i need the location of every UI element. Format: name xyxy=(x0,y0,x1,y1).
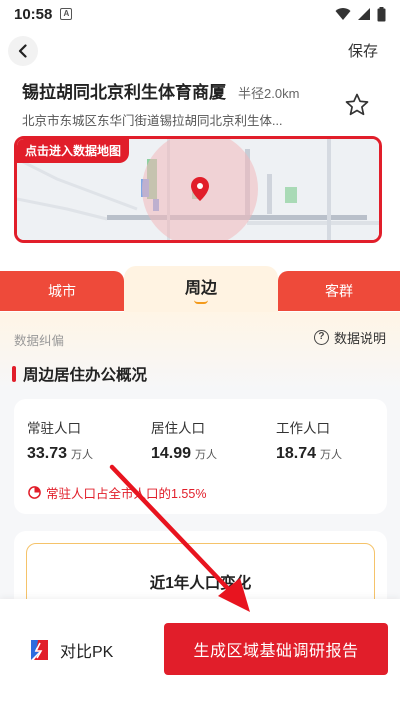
signal-icon xyxy=(358,8,370,20)
compare-label: 对比PK xyxy=(60,644,114,661)
enter-data-map-button[interactable]: 点击进入数据地图 xyxy=(17,139,130,163)
place-title: 锡拉胡同北京利生体育商厦 xyxy=(22,83,226,102)
star-icon xyxy=(345,93,369,116)
stat-value: 14.99 万人 xyxy=(151,445,217,463)
compare-pk-button[interactable]: 对比PK xyxy=(26,637,113,663)
battery-icon xyxy=(377,6,386,21)
stat-number: 18.74 xyxy=(276,445,317,462)
compare-icon xyxy=(31,640,48,660)
stat-working: 工作人口 18.74 万人 xyxy=(276,417,342,463)
tab-customers[interactable]: 客群 xyxy=(278,271,400,311)
tab-bar: 城市 周边 客群 xyxy=(0,266,400,312)
header: 保存 xyxy=(0,30,400,70)
chevron-left-icon xyxy=(18,44,27,58)
data-correction-link[interactable]: 数据纠偏 xyxy=(14,330,64,349)
status-time: 10:58 xyxy=(14,5,53,23)
pie-chart-icon xyxy=(28,486,41,499)
back-button[interactable] xyxy=(8,36,38,66)
stat-unit: 万人 xyxy=(71,449,94,461)
place-title-row: 锡拉胡同北京利生体育商厦 半径2.0km xyxy=(22,78,299,103)
stat-value: 33.73 万人 xyxy=(27,445,93,463)
status-icons xyxy=(335,6,386,22)
data-map-preview[interactable]: 点击进入数据地图 xyxy=(14,136,382,243)
radius-label: 半径2.0km xyxy=(238,86,300,101)
save-button[interactable]: 保存 xyxy=(348,40,378,61)
section-title: 周边居住办公概况 xyxy=(12,363,147,385)
stat-unit: 万人 xyxy=(195,449,218,461)
section-title-text: 周边居住办公概况 xyxy=(23,367,148,384)
population-card: 常驻人口 33.73 万人 居住人口 14.99 万人 工作人口 18.74 万人 常… xyxy=(14,399,387,514)
tab-nearby-label: 周边 xyxy=(184,280,217,297)
stat-number: 33.73 xyxy=(27,445,68,462)
section-marker xyxy=(12,366,16,382)
stat-number: 14.99 xyxy=(151,445,192,462)
tab-city[interactable]: 城市 xyxy=(0,271,124,311)
stat-label: 常驻人口 xyxy=(27,421,81,436)
stat-living: 居住人口 14.99 万人 xyxy=(151,417,217,463)
place-address: 北京市东城区东华门街道锡拉胡同北京利生体... xyxy=(22,114,283,128)
stat-label: 居住人口 xyxy=(151,421,205,436)
wifi-icon xyxy=(335,8,351,20)
data-explain-button[interactable]: ? 数据说明 xyxy=(313,328,386,347)
stat-resident: 常驻人口 33.73 万人 xyxy=(27,417,93,463)
tab-active-indicator xyxy=(194,300,208,304)
population-ratio: 常驻人口占全市人口的1.55% xyxy=(28,483,206,502)
stat-unit: 万人 xyxy=(320,449,343,461)
status-bar: 10:58 A xyxy=(0,0,400,28)
generate-report-button[interactable]: 生成区域基础调研报告 xyxy=(164,623,388,675)
data-explain-label: 数据说明 xyxy=(333,331,386,346)
notification-icon: A xyxy=(60,8,73,20)
change-title: 近1年人口变化 xyxy=(149,575,252,592)
tab-nearby[interactable]: 周边 xyxy=(124,266,278,312)
question-icon: ? xyxy=(313,330,329,345)
ratio-text: 常驻人口占全市人口的1.55% xyxy=(46,487,207,501)
stat-label: 工作人口 xyxy=(276,421,330,436)
bottom-action-bar: 对比PK 生成区域基础调研报告 xyxy=(0,599,400,711)
favorite-button[interactable] xyxy=(344,92,370,118)
stat-value: 18.74 万人 xyxy=(276,445,342,463)
